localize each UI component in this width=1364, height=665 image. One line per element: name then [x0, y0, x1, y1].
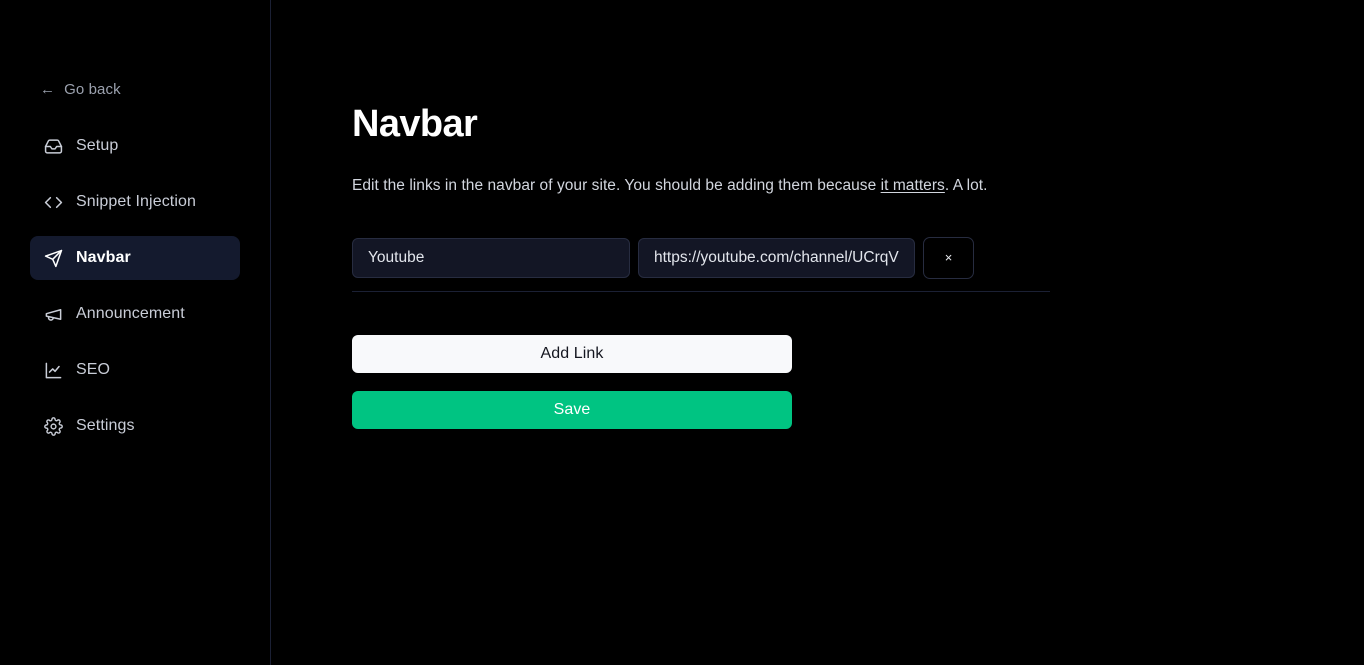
- sidebar-item-announcement[interactable]: Announcement: [30, 292, 240, 336]
- description-text-before: Edit the links in the navbar of your sit…: [352, 176, 881, 194]
- content-column: Navbar Edit the links in the navbar of y…: [352, 0, 1364, 429]
- sidebar-item-label: SEO: [76, 361, 111, 378]
- it-matters-link[interactable]: it matters: [881, 177, 945, 194]
- inbox-icon: [44, 137, 63, 156]
- links-list: ×: [352, 236, 1364, 292]
- sidebar-item-label: Settings: [76, 417, 135, 434]
- link-row: ×: [352, 236, 1050, 292]
- page-description: Edit the links in the navbar of your sit…: [352, 177, 1364, 195]
- go-back-link[interactable]: ← Go back: [40, 81, 121, 98]
- link-url-input[interactable]: [638, 237, 915, 278]
- megaphone-icon: [44, 305, 63, 324]
- go-back-label: Go back: [64, 81, 121, 98]
- save-button[interactable]: Save: [352, 390, 792, 429]
- description-text-after: . A lot.: [944, 176, 988, 194]
- code-icon: [44, 193, 63, 212]
- main-content: Navbar Edit the links in the navbar of y…: [271, 0, 1364, 665]
- send-icon: [44, 249, 63, 268]
- page-title: Navbar: [352, 103, 478, 145]
- sidebar-item-setup[interactable]: Setup: [30, 124, 240, 168]
- remove-link-button[interactable]: ×: [923, 236, 974, 279]
- sidebar-item-settings[interactable]: Settings: [30, 404, 240, 448]
- sidebar-item-label: Announcement: [76, 305, 185, 322]
- sidebar-item-label: Navbar: [76, 249, 131, 266]
- sidebar-item-label: Setup: [76, 137, 119, 154]
- gear-icon: [44, 416, 63, 436]
- sidebar-nav: Setup Snippet Injection Navbar Announcem…: [30, 124, 240, 448]
- sidebar-item-navbar[interactable]: Navbar: [30, 236, 240, 280]
- sidebar-item-label: Snippet Injection: [76, 193, 197, 210]
- link-name-input[interactable]: [352, 237, 630, 278]
- sidebar: ← Go back Setup Snippet Injection Navbar…: [0, 0, 271, 665]
- sidebar-item-seo[interactable]: SEO: [30, 348, 240, 392]
- sidebar-item-snippet-injection[interactable]: Snippet Injection: [30, 180, 240, 224]
- app-root: ← Go back Setup Snippet Injection Navbar…: [0, 0, 1364, 665]
- line-chart-icon: [44, 361, 63, 380]
- add-link-button[interactable]: Add Link: [352, 334, 792, 373]
- arrow-left-icon: ←: [40, 81, 56, 98]
